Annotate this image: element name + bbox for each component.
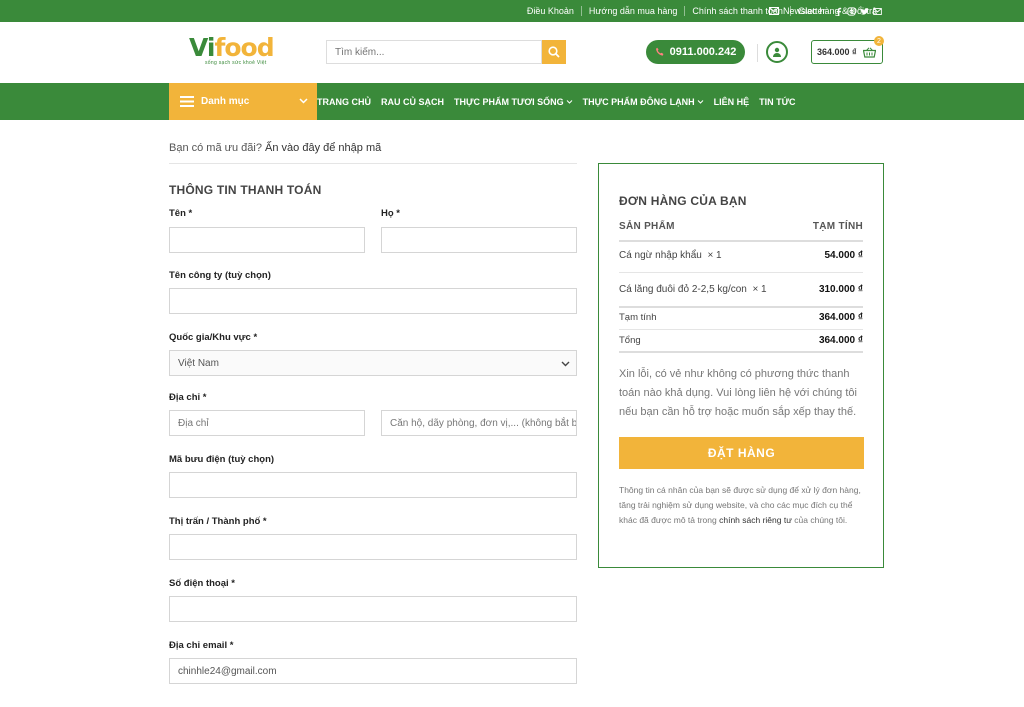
order-item-qty: × 1 (752, 284, 767, 295)
subtotal-label: Tạm tính (619, 312, 657, 323)
chevron-down-icon (299, 98, 308, 104)
postcode-field[interactable] (169, 472, 577, 498)
nav-item-frozen-food[interactable]: THỰC PHẨM ĐÔNG LẠNH (578, 97, 709, 107)
category-menu-button[interactable]: Danh mục (169, 83, 317, 120)
total-label: Tổng (619, 335, 641, 346)
cart-button[interactable]: 364.000 ₫ (811, 40, 883, 64)
total-value: 364.000 ₫ (818, 335, 863, 346)
order-item-qty: × 1 (707, 250, 722, 261)
billing-title: THÔNG TIN THANH TOÁN (169, 183, 322, 197)
basket-icon (862, 46, 876, 58)
user-icon (773, 47, 781, 57)
search-input[interactable] (326, 40, 542, 64)
search-icon (548, 46, 560, 58)
nav-items: TRANG CHỦ RAU CỦ SẠCH THỰC PHẨM TƯƠI SỐN… (317, 83, 801, 120)
nav-item-home[interactable]: TRANG CHỦ (317, 97, 376, 107)
order-item-name: Cá lăng đuôi đỏ 2-2,5 kg/con (619, 284, 747, 295)
mail-icon[interactable] (873, 7, 882, 16)
nav-item-fresh-food[interactable]: THỰC PHẨM TƯƠI SỐNG (449, 97, 578, 107)
last-name-label: Họ * (381, 208, 400, 219)
first-name-label: Tên * (169, 208, 193, 219)
phone-label: Số điện thoại * (169, 578, 235, 589)
address2-field[interactable]: Căn hộ, dãy phòng, đơn vị,... (không bắt… (381, 410, 577, 436)
country-select[interactable]: Việt Nam (169, 350, 577, 376)
coupon-text: Bạn có mã ưu đãi? (169, 142, 262, 154)
chevron-down-icon (566, 100, 572, 104)
coupon-notice: Bạn có mã ưu đãi? Ấn vào đây để nhập mã (169, 142, 381, 154)
order-table-header: SẢN PHẨM TẠM TÍNH (619, 221, 863, 232)
company-field[interactable] (169, 288, 577, 314)
order-item-name: Cá ngừ nhập khẩu (619, 250, 702, 261)
order-summary: ĐƠN HÀNG CỦA BẠN SẢN PHẨM TẠM TÍNH Cá ng… (598, 163, 884, 568)
country-label: Quốc gia/Khu vực * (169, 332, 258, 343)
cart-count-badge: 2 (874, 36, 884, 46)
account-button[interactable] (766, 41, 788, 63)
top-bar: Điều Khoản Hướng dẫn mua hàng Chính sách… (0, 0, 1024, 22)
place-order-button[interactable]: ĐẶT HÀNG (619, 437, 864, 469)
instagram-icon[interactable] (847, 6, 856, 16)
newsletter-label: Newsletter (783, 6, 826, 16)
divider (619, 351, 863, 353)
subtotal-row: Tạm tính 364.000 ₫ (619, 312, 863, 323)
last-name-field[interactable] (381, 227, 577, 253)
main-nav: Danh mục TRANG CHỦ RAU CỦ SẠCH THỰC PHẨM… (0, 83, 1024, 120)
nav-item-news[interactable]: TIN TỨC (754, 97, 800, 107)
coupon-link[interactable]: Ấn vào đây để nhập mã (265, 142, 381, 154)
top-link-terms[interactable]: Điều Khoản (520, 6, 581, 16)
privacy-notice: Thông tin cá nhân của bạn sẽ được sử dụn… (619, 483, 863, 528)
city-label: Thị trấn / Thành phố * (169, 516, 267, 527)
envelope-icon (769, 7, 779, 15)
city-field[interactable] (169, 534, 577, 560)
top-links: Điều Khoản Hướng dẫn mua hàng Chính sách… (520, 0, 884, 22)
site-header: Vifood sống sạch sức khoẻ Việt 0911.000.… (0, 22, 1024, 83)
col-product: SẢN PHẨM (619, 221, 675, 232)
company-label: Tên công ty (tuỳ chọn) (169, 270, 271, 281)
nav-item-vegetables[interactable]: RAU CỦ SẠCH (376, 97, 449, 107)
order-item-row: Cá lăng đuôi đỏ 2-2,5 kg/con × 1 310.000… (619, 284, 863, 295)
category-menu-label: Danh mục (201, 96, 250, 107)
phone-field[interactable] (169, 596, 577, 622)
phone-icon (655, 47, 664, 56)
phone-button[interactable]: 0911.000.242 (646, 40, 745, 64)
divider (619, 240, 863, 242)
facebook-icon[interactable] (834, 7, 843, 16)
phone-number: 0911.000.242 (669, 46, 737, 58)
search-bar (326, 40, 566, 64)
divider (619, 306, 863, 308)
postcode-label: Mã bưu điện (tuỳ chọn) (169, 454, 275, 465)
order-item-row: Cá ngừ nhập khẩu × 1 54.000 ₫ (619, 250, 863, 261)
chevron-down-icon (561, 361, 570, 367)
divider (169, 163, 577, 164)
hamburger-icon (180, 96, 194, 107)
country-value: Việt Nam (178, 357, 219, 369)
total-row: Tổng 364.000 ₫ (619, 335, 863, 346)
divider (757, 44, 758, 62)
subtotal-value: 364.000 ₫ (818, 312, 863, 323)
privacy-policy-link[interactable]: chính sách riêng tư (719, 515, 792, 525)
address-label: Địa chỉ * (169, 392, 207, 403)
order-item-price: 310.000 ₫ (818, 284, 863, 295)
newsletter-link[interactable]: Newsletter (769, 0, 826, 22)
logo[interactable]: Vifood sống sạch sức khoẻ Việt (189, 33, 275, 67)
order-item-price: 54.000 ₫ (824, 250, 864, 261)
no-payment-notice: Xin lỗi, có vẻ như không có phương thức … (619, 368, 857, 418)
divider (619, 329, 863, 330)
order-title: ĐƠN HÀNG CỦA BẠN (619, 194, 747, 208)
logo-tagline: sống sạch sức khoẻ Việt (205, 60, 267, 66)
top-link-shopping-guide[interactable]: Hướng dẫn mua hàng (582, 6, 684, 16)
col-subtotal: TẠM TÍNH (812, 221, 863, 232)
nav-item-contact[interactable]: LIÊN HỆ (709, 97, 755, 107)
twitter-icon[interactable] (860, 7, 869, 16)
email-field[interactable]: chinhle24@gmail.com (169, 658, 577, 684)
address-field[interactable]: Địa chỉ (169, 410, 365, 436)
logo-wordmark: Vifood (189, 33, 275, 62)
privacy-tail: của chúng tôi. (794, 515, 848, 525)
social-links (834, 0, 882, 22)
cart-total: 364.000 ₫ (817, 47, 857, 57)
chevron-down-icon (697, 100, 703, 104)
divider (619, 272, 863, 273)
first-name-field[interactable] (169, 227, 365, 253)
search-button[interactable] (542, 40, 566, 64)
email-label: Địa chỉ email * (169, 640, 234, 651)
